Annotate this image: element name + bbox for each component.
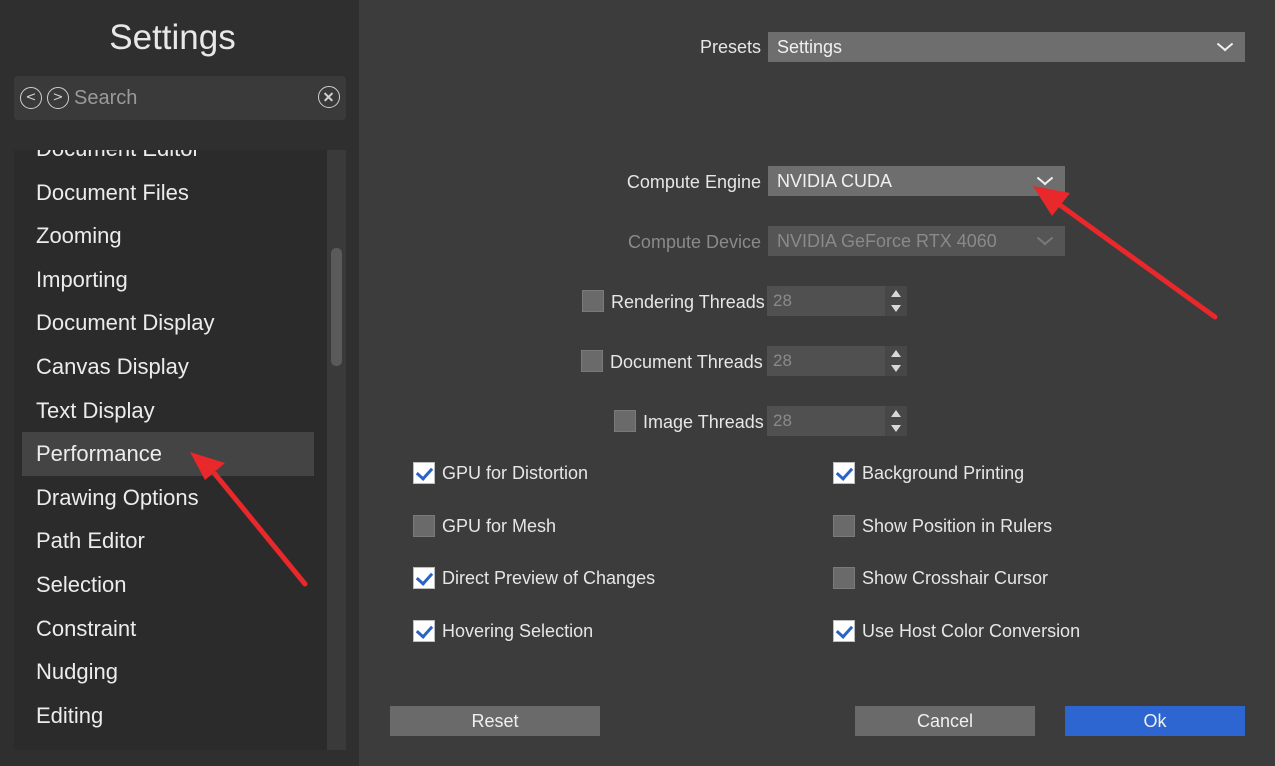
compute-engine-dropdown[interactable]: NVIDIA CUDA [768,166,1065,196]
sidebar-item-drawing-options[interactable]: Drawing Options [22,476,314,520]
sidebar-item-document-files[interactable]: Document Files [22,171,314,215]
show-position-rulers-label: Show Position in Rulers [862,516,1053,536]
sidebar-item-selection[interactable]: Selection [22,563,314,607]
show-crosshair-label: Show Crosshair Cursor [862,568,1049,588]
stepper-down-icon[interactable] [891,305,901,312]
document-threads-stepper[interactable]: 28 [767,346,907,376]
document-threads-checkbox[interactable] [581,350,603,372]
sidebar-item-canvas-display[interactable]: Canvas Display [22,345,314,389]
sidebar-item-document-editor[interactable]: Document Editor [22,150,314,171]
image-threads-stepper[interactable]: 28 [767,406,907,436]
gpu-distortion-label: GPU for Distortion [442,463,589,483]
sidebar-scrollbar[interactable] [327,150,346,750]
gpu-mesh-checkbox[interactable] [413,515,435,537]
sidebar-item-performance[interactable]: Performance [22,432,314,476]
chevron-down-icon [1037,175,1051,189]
settings-category-list: Document Editor Document Files Zooming I… [14,150,346,750]
search-input[interactable] [74,82,314,114]
direct-preview-label: Direct Preview of Changes [442,568,656,588]
stepper-down-icon[interactable] [891,425,901,432]
host-color-conversion-label: Use Host Color Conversion [862,621,1081,641]
ok-button[interactable]: Ok [1065,706,1245,736]
stepper-up-icon[interactable] [891,290,901,297]
chevron-down-icon [1037,235,1051,249]
rendering-threads-stepper[interactable]: 28 [767,286,907,316]
cancel-button[interactable]: Cancel [855,706,1035,736]
rendering-threads-checkbox[interactable] [582,290,604,312]
background-printing-label: Background Printing [862,463,1025,483]
compute-device-dropdown: NVIDIA GeForce RTX 4060 [768,226,1065,256]
compute-device-value: NVIDIA GeForce RTX 4060 [777,231,997,251]
sidebar-item-nudging[interactable]: Nudging [22,650,314,694]
sidebar-item-importing[interactable]: Importing [22,258,314,302]
sidebar-item-document-display[interactable]: Document Display [22,301,314,345]
forward-arrow-icon[interactable]: > [47,87,69,109]
sidebar-item-text-display[interactable]: Text Display [22,389,314,433]
reset-button[interactable]: Reset [390,706,600,736]
chevron-down-icon [1217,41,1231,55]
clear-search-icon[interactable] [318,86,340,108]
stepper-up-icon[interactable] [891,350,901,357]
sidebar-item-constraint[interactable]: Constraint [22,607,314,651]
direct-preview-checkbox[interactable] [413,567,435,589]
sidebar-item-path-editor[interactable]: Path Editor [22,519,314,563]
image-threads-value[interactable]: 28 [767,406,885,436]
sidebar-title: Settings [109,18,236,57]
compute-engine-value: NVIDIA CUDA [777,171,893,191]
stepper-down-icon[interactable] [891,365,901,372]
document-threads-value[interactable]: 28 [767,346,885,376]
presets-value: Settings [777,37,843,57]
compute-engine-label: Compute Engine [626,172,761,192]
image-threads-checkbox[interactable] [614,410,636,432]
sidebar-item-editing[interactable]: Editing [22,694,314,738]
sidebar-item-clipping[interactable]: Clipping [22,737,314,750]
settings-sidebar: Settings < > Document Editor Document Fi… [0,0,359,766]
sidebar-scrollbar-thumb[interactable] [331,248,342,366]
gpu-mesh-label: GPU for Mesh [442,516,557,536]
hovering-selection-label: Hovering Selection [442,621,594,641]
rendering-threads-label: Rendering Threads [611,292,765,312]
rendering-threads-value[interactable]: 28 [767,286,885,316]
gpu-distortion-checkbox[interactable] [413,462,435,484]
compute-device-label: Compute Device [627,232,761,252]
presets-dropdown[interactable]: Settings [768,32,1245,62]
document-threads-label: Document Threads [610,352,763,372]
back-arrow-icon[interactable]: < [20,87,42,109]
image-threads-label: Image Threads [643,412,764,432]
stepper-up-icon[interactable] [891,410,901,417]
presets-label: Presets [699,37,761,57]
show-crosshair-checkbox[interactable] [833,567,855,589]
show-position-rulers-checkbox[interactable] [833,515,855,537]
host-color-conversion-checkbox[interactable] [833,620,855,642]
search-box: < > [14,76,346,120]
background-printing-checkbox[interactable] [833,462,855,484]
sidebar-item-zooming[interactable]: Zooming [22,214,314,258]
hovering-selection-checkbox[interactable] [413,620,435,642]
